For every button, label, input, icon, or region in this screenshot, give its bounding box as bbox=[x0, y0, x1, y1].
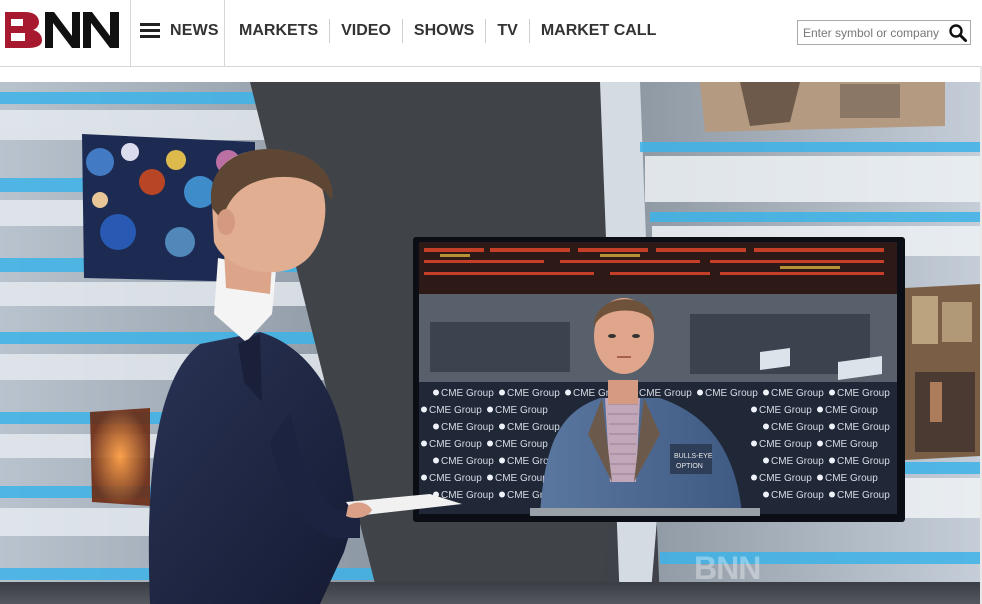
svg-text:CME Group: CME Group bbox=[759, 439, 812, 450]
search-box bbox=[797, 20, 971, 45]
search-icon[interactable] bbox=[948, 23, 968, 43]
svg-text:CME Group: CME Group bbox=[495, 405, 548, 416]
svg-text:CME Group: CME Group bbox=[771, 456, 824, 467]
svg-text:CME Group: CME Group bbox=[429, 473, 482, 484]
hamburger-menu-icon[interactable] bbox=[140, 23, 160, 39]
svg-text:CME Group: CME Group bbox=[441, 388, 494, 399]
bnn-logo-mark bbox=[5, 12, 119, 48]
nav-item-markets[interactable]: MARKETS bbox=[225, 19, 331, 43]
video-frame: CME Group CME Group CME Group CME Group CME … bbox=[0, 82, 980, 604]
svg-text:CME Group: CME Group bbox=[771, 422, 824, 433]
svg-text:CME Group: CME Group bbox=[507, 422, 560, 433]
svg-text:CME Group: CME Group bbox=[771, 388, 824, 399]
svg-text:CME Group: CME Group bbox=[639, 388, 692, 399]
bnn-watermark: BNN bbox=[694, 550, 761, 586]
svg-text:CME Group: CME Group bbox=[825, 439, 878, 450]
bnn-logo[interactable] bbox=[3, 10, 121, 50]
header-divider bbox=[130, 0, 131, 66]
nav-item-video[interactable]: VIDEO bbox=[330, 19, 403, 43]
svg-text:CME Group: CME Group bbox=[771, 490, 824, 501]
svg-text:CME Group: CME Group bbox=[441, 456, 494, 467]
svg-text:CME Group: CME Group bbox=[837, 490, 890, 501]
svg-text:CME Group: CME Group bbox=[429, 439, 482, 450]
news-menu-toggle[interactable]: NEWS bbox=[140, 19, 219, 43]
svg-text:CME Group: CME Group bbox=[441, 422, 494, 433]
video-player[interactable]: CME Group CME Group CME Group CME Group CME … bbox=[0, 82, 980, 604]
svg-text:CME Group: CME Group bbox=[429, 405, 482, 416]
svg-text:OPTION: OPTION bbox=[676, 463, 703, 470]
svg-text:CME Group: CME Group bbox=[837, 388, 890, 399]
svg-text:BULLS-EYE: BULLS-EYE bbox=[674, 453, 713, 460]
svg-text:CME Group: CME Group bbox=[759, 405, 812, 416]
svg-text:CME Group: CME Group bbox=[495, 439, 548, 450]
main-nav: MARKETS VIDEO SHOWS TV MARKET CALL bbox=[225, 19, 667, 43]
nav-item-tv[interactable]: TV bbox=[486, 19, 530, 43]
svg-text:CME Group: CME Group bbox=[705, 388, 758, 399]
svg-text:CME Group: CME Group bbox=[759, 473, 812, 484]
svg-text:CME Group: CME Group bbox=[825, 473, 878, 484]
svg-text:CME Group: CME Group bbox=[837, 456, 890, 467]
svg-text:CME Group: CME Group bbox=[441, 490, 494, 501]
nav-item-shows[interactable]: SHOWS bbox=[403, 19, 487, 43]
svg-text:CME Group: CME Group bbox=[495, 473, 548, 484]
nav-item-market-call[interactable]: MARKET CALL bbox=[530, 19, 668, 43]
svg-text:CME Group: CME Group bbox=[825, 405, 878, 416]
svg-text:CME Group: CME Group bbox=[507, 388, 560, 399]
nav-item-news[interactable]: NEWS bbox=[170, 22, 219, 40]
site-header: NEWS MARKETS VIDEO SHOWS TV MARKET CALL bbox=[0, 0, 982, 67]
search-input[interactable] bbox=[798, 21, 953, 44]
svg-text:CME Group: CME Group bbox=[837, 422, 890, 433]
